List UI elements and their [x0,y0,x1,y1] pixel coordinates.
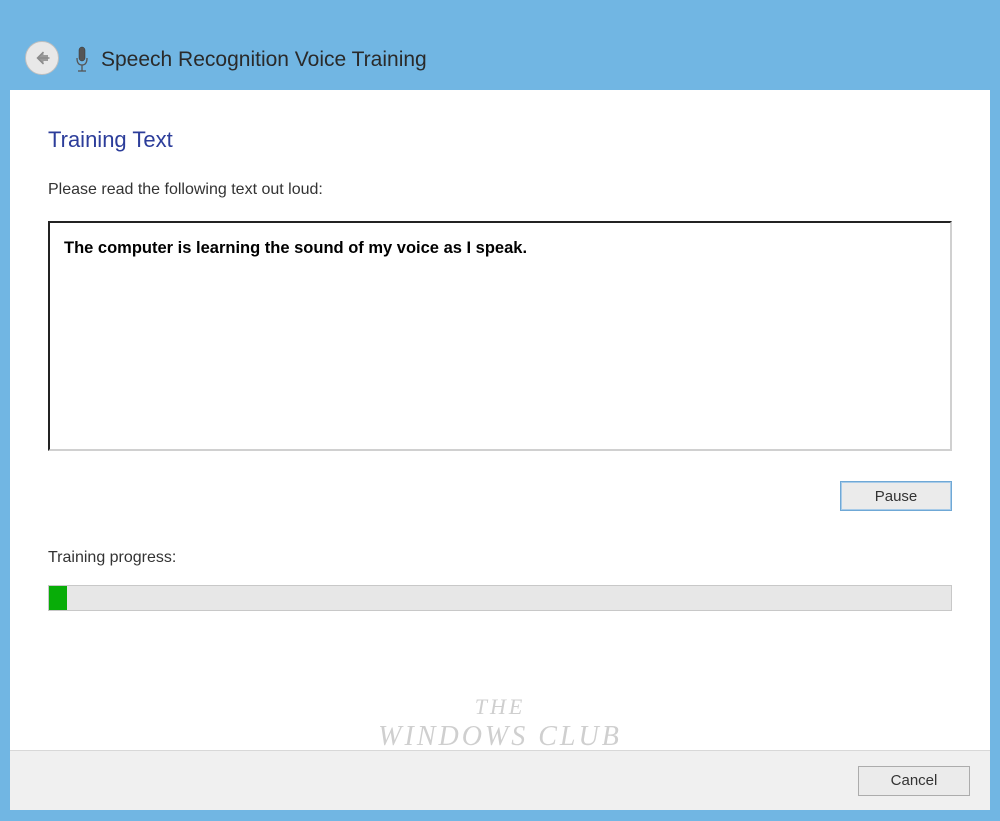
watermark-line2: WINDOWS CLUB [378,720,622,754]
window-title: Speech Recognition Voice Training [101,48,427,72]
microphone-icon [75,46,89,74]
titlebar: Speech Recognition Voice Training [0,0,1000,90]
page-title: Training Text [48,127,952,153]
progress-bar [48,585,952,611]
instruction-text: Please read the following text out loud: [48,181,952,199]
cancel-button[interactable]: Cancel [858,766,970,796]
pause-row: Pause [48,481,952,511]
window-frame: Speech Recognition Voice Training Traini… [0,0,1000,821]
bottom-bar: Cancel [10,750,990,810]
content-area: Training Text Please read the following … [10,90,990,810]
training-text-box: The computer is learning the sound of my… [48,221,952,451]
pause-button[interactable]: Pause [840,481,952,511]
watermark-line1: THE [378,694,622,720]
back-arrow-icon [33,49,51,67]
progress-fill [49,586,67,610]
watermark: THE WINDOWS CLUB [378,694,622,754]
progress-label: Training progress: [48,549,952,567]
back-button[interactable] [25,41,59,75]
training-sentence: The computer is learning the sound of my… [64,239,936,258]
